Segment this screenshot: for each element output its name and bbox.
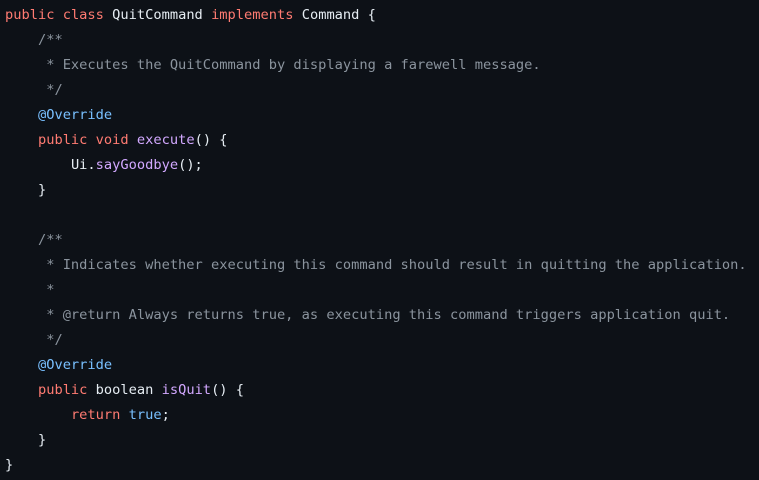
keyword-public: public: [37, 132, 88, 148]
literal-true: true: [128, 407, 162, 423]
semicolon: ;: [161, 407, 170, 423]
method-body-line: Ui.sayGoodbye();: [5, 153, 759, 178]
class-declaration-line: public class QuitCommand implements Comm…: [5, 3, 759, 28]
member-dot: .: [87, 157, 96, 173]
doc-comment-open: /**: [37, 32, 63, 48]
doc-comment-open-line: /**: [5, 28, 759, 53]
doc-comment-return: * @return Always returns true, as execut…: [37, 307, 731, 323]
annotation-line: @Override: [5, 353, 759, 378]
doc-comment-blank-line: *: [5, 278, 759, 303]
doc-comment-body-line: * Executes the QuitCommand by displaying…: [5, 53, 759, 78]
brace-close: }: [37, 182, 47, 198]
class-close-line: }: [5, 453, 759, 478]
code-editor: public class QuitCommand implements Comm…: [0, 0, 759, 480]
brace-close: }: [37, 432, 47, 448]
type-boolean: boolean: [95, 382, 154, 398]
doc-comment-close: */: [37, 82, 63, 98]
doc-comment-return-line: * @return Always returns true, as execut…: [5, 303, 759, 328]
method-signature-rest: () {: [211, 382, 245, 398]
receiver-name: Ui: [70, 157, 88, 173]
method-name: execute: [136, 132, 195, 148]
method-signature-line: public boolean isQuit() {: [5, 378, 759, 403]
call-rest: ();: [178, 157, 203, 173]
doc-comment-close: */: [37, 332, 63, 348]
doc-comment-open: /**: [37, 232, 63, 248]
annotation-line: @Override: [5, 103, 759, 128]
keyword-class: class: [62, 7, 104, 23]
return-statement-line: return true;: [5, 403, 759, 428]
method-signature-rest: () {: [194, 132, 228, 148]
method-signature-line: public void execute() {: [5, 128, 759, 153]
override-annotation: @Override: [37, 107, 113, 123]
brace-open: {: [359, 7, 376, 23]
call-name: sayGoodbye: [95, 157, 179, 173]
doc-comment-open-line: /**: [5, 228, 759, 253]
keyword-return: return: [70, 407, 121, 423]
doc-comment-body-line: * Indicates whether executing this comma…: [5, 253, 759, 278]
class-name: QuitCommand: [112, 7, 203, 23]
doc-comment-close-line: */: [5, 78, 759, 103]
keyword-public: public: [37, 382, 88, 398]
keyword-implements: implements: [211, 7, 294, 23]
interface-name: Command: [301, 7, 360, 23]
method-close-line: }: [5, 428, 759, 453]
keyword-public: public: [5, 7, 55, 23]
doc-comment-close-line: */: [5, 328, 759, 353]
method-close-line: }: [5, 178, 759, 203]
doc-comment-blank: *: [37, 282, 55, 298]
doc-comment-body: * Indicates whether executing this comma…: [37, 257, 747, 273]
doc-comment-body: * Executes the QuitCommand by displaying…: [37, 57, 541, 73]
class-brace-close: }: [5, 457, 14, 473]
override-annotation: @Override: [37, 357, 113, 373]
keyword-void: void: [95, 132, 129, 148]
method-name: isQuit: [161, 382, 212, 398]
